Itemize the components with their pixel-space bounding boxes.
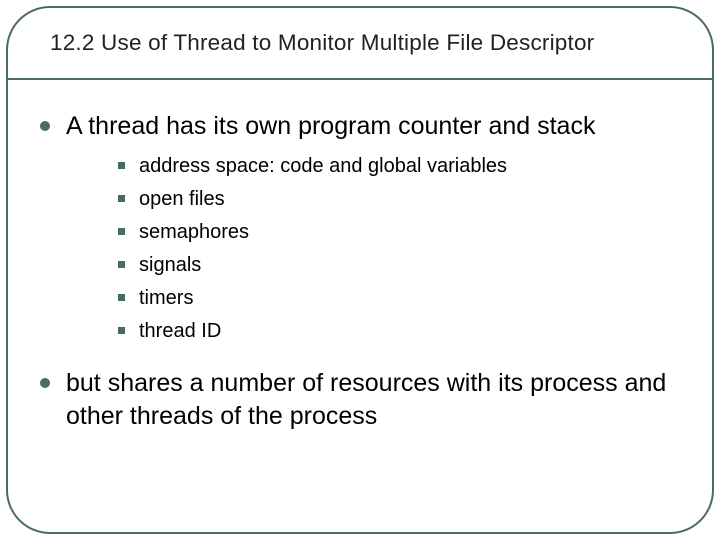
sub-bullet-text: signals bbox=[139, 252, 201, 279]
bullet-level2: address space: code and global variables bbox=[118, 153, 680, 180]
bullet-level2: semaphores bbox=[118, 219, 680, 246]
title-rule bbox=[8, 78, 712, 80]
bullet-level2: signals bbox=[118, 252, 680, 279]
bullet-square-icon bbox=[118, 327, 125, 334]
sub-bullet-text: timers bbox=[139, 285, 193, 312]
bullet-text: A thread has its own program counter and… bbox=[66, 110, 595, 143]
bullet-square-icon bbox=[118, 294, 125, 301]
bullet-level2: timers bbox=[118, 285, 680, 312]
sub-bullet-text: thread ID bbox=[139, 318, 221, 345]
bullet-square-icon bbox=[118, 228, 125, 235]
sub-bullet-text: address space: code and global variables bbox=[139, 153, 507, 180]
slide-title: 12.2 Use of Thread to Monitor Multiple F… bbox=[50, 30, 670, 56]
bullet-dot-icon bbox=[40, 121, 50, 131]
bullet-level2: open files bbox=[118, 186, 680, 213]
bullet-text: but shares a number of resources with it… bbox=[66, 367, 680, 433]
bullet-level1: but shares a number of resources with it… bbox=[40, 367, 680, 433]
title-area: 12.2 Use of Thread to Monitor Multiple F… bbox=[50, 30, 670, 56]
slide-body: A thread has its own program counter and… bbox=[40, 110, 680, 443]
slide: 12.2 Use of Thread to Monitor Multiple F… bbox=[0, 0, 720, 540]
sub-bullet-text: open files bbox=[139, 186, 225, 213]
bullet-level2: thread ID bbox=[118, 318, 680, 345]
sub-bullet-list: address space: code and global variables… bbox=[118, 153, 680, 345]
bullet-level1: A thread has its own program counter and… bbox=[40, 110, 680, 143]
bullet-square-icon bbox=[118, 162, 125, 169]
bullet-dot-icon bbox=[40, 378, 50, 388]
bullet-square-icon bbox=[118, 261, 125, 268]
bullet-square-icon bbox=[118, 195, 125, 202]
sub-bullet-text: semaphores bbox=[139, 219, 249, 246]
